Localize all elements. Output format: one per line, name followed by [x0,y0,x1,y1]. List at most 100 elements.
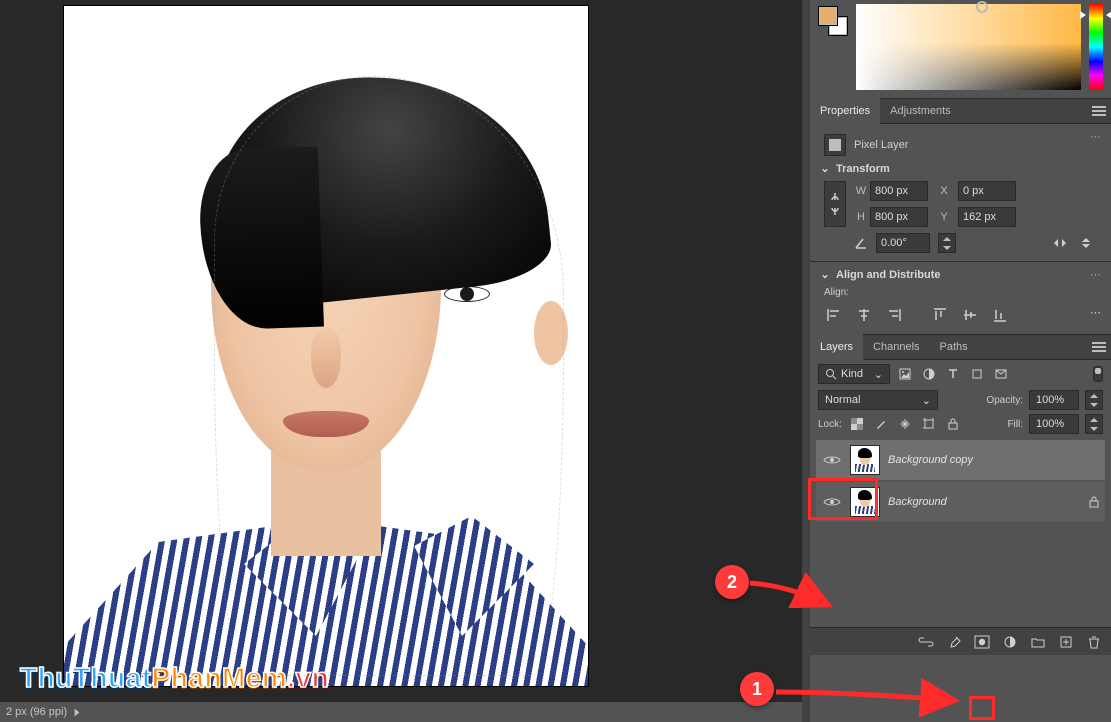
tab-properties[interactable]: Properties [810,98,880,124]
transform-title: Transform [836,163,890,175]
align-title: Align and Distribute [836,269,941,281]
layers-panel-menu[interactable] [1087,334,1111,360]
blend-mode-dropdown[interactable]: Normal ⌄ [818,390,938,410]
filter-kind-dropdown[interactable]: Kind ⌄ [818,364,890,384]
foreground-swatch[interactable] [818,6,838,26]
layer-item[interactable]: Background [816,482,1105,522]
adjustment-layer-icon[interactable] [1001,633,1019,651]
y-input[interactable] [958,207,1016,227]
filter-toggle[interactable] [1093,366,1103,382]
link-wh-toggle[interactable] [824,181,846,227]
align-vcenter-icon[interactable] [960,306,980,324]
fill-value: 100% [1036,418,1064,430]
align-hcenter-icon[interactable] [854,306,874,324]
properties-header: Properties Adjustments [810,98,1111,124]
layer-item[interactable]: Background copy [816,440,1105,480]
fill-stepper[interactable] [1085,414,1103,434]
angle-icon [854,236,868,250]
layer-list: Background copy Background [810,436,1111,526]
layers-panel: Kind ⌄ Normal ⌄ Opacity: 100% Lock: [810,360,1111,655]
lock-pixels-icon[interactable] [872,415,890,433]
color-picker-panel [810,0,1111,98]
rotation-stepper[interactable] [938,233,956,253]
fill-input[interactable]: 100% [1029,414,1079,434]
add-mask-button[interactable] [973,633,991,651]
filter-type-icon[interactable] [944,365,962,383]
search-icon [825,368,837,380]
filter-smart-icon[interactable] [992,365,1010,383]
flip-vertical-icon[interactable] [1077,234,1095,252]
tab-layers[interactable]: Layers [810,334,863,360]
lock-position-icon[interactable] [896,415,914,433]
visibility-toggle[interactable] [822,492,842,512]
align-top-icon[interactable] [930,306,950,324]
tab-adjustments[interactable]: Adjustments [880,98,961,124]
w-label: W [852,185,870,197]
pixel-layer-label: Pixel Layer [854,139,908,151]
watermark-part-b: PhanMem [152,662,288,693]
lock-artboard-icon[interactable] [920,415,938,433]
status-bar: 2 px (96 ppi) [0,702,810,722]
spectrum-marker[interactable] [976,1,988,13]
visibility-toggle[interactable] [822,450,842,470]
align-more-icon[interactable]: ⋯ [1090,306,1101,324]
swatch-pair[interactable] [818,6,848,36]
right-dock: Properties Adjustments Pixel Layer ⌄ Tra… [810,0,1111,722]
lock-icon [1089,496,1099,508]
lock-label: Lock: [818,419,842,430]
delete-layer-icon[interactable] [1085,633,1103,651]
lock-all-icon[interactable] [944,415,962,433]
flip-horizontal-icon[interactable] [1051,234,1069,252]
group-icon[interactable] [1029,633,1047,651]
annotation-highlight-1 [969,696,995,720]
x-input[interactable] [958,181,1016,201]
tab-paths[interactable]: Paths [930,334,978,360]
document-canvas[interactable] [64,6,588,686]
layer-filter-row: Kind ⌄ [810,360,1111,388]
eye-icon [823,496,841,508]
watermark-part-c: .vn [287,662,329,693]
hue-slider[interactable] [1089,4,1103,90]
properties-body: Pixel Layer ⌄ Transform ⋯ W X H Y [810,124,1111,261]
caret-down-icon: ⌄ [874,368,883,381]
collapse-dots-icon[interactable]: ⋯ [1090,268,1103,281]
dock-resize-handle[interactable] [802,0,810,722]
fill-label: Fill: [1007,419,1023,430]
align-section-header[interactable]: ⌄ Align and Distribute [820,268,1101,281]
status-text: 2 px (96 ppi) [6,706,67,718]
caret-down-icon: ⌄ [922,394,931,407]
align-right-icon[interactable] [884,306,904,324]
watermark: ThuThuatPhanMem.vn [20,662,329,694]
properties-panel-menu[interactable] [1087,98,1111,124]
h-label: H [852,211,870,223]
opacity-stepper[interactable] [1085,390,1103,410]
lock-transparent-icon[interactable] [848,415,866,433]
opacity-value: 100% [1036,394,1064,406]
tab-channels[interactable]: Channels [863,334,929,360]
rotation-input[interactable] [876,233,930,253]
filter-adjust-icon[interactable] [920,365,938,383]
collapse-dots-icon[interactable]: ⋯ [1090,130,1103,143]
layer-name[interactable]: Background copy [888,454,973,466]
filter-pixel-icon[interactable] [896,365,914,383]
opacity-input[interactable]: 100% [1029,390,1079,410]
layer-name[interactable]: Background [888,496,947,508]
width-input[interactable] [870,181,928,201]
layer-thumbnail[interactable] [850,445,880,475]
watermark-part-a: ThuThuat [20,662,152,693]
layers-footer [810,627,1111,655]
align-sublabel: Align: [824,287,1101,298]
height-input[interactable] [870,207,928,227]
transform-section-header[interactable]: ⌄ Transform [820,162,1101,175]
annotation-badge-1: 1 [740,672,774,706]
layer-thumbnail[interactable] [850,487,880,517]
layer-style-icon[interactable] [945,633,963,651]
align-left-icon[interactable] [824,306,844,324]
new-layer-icon[interactable] [1057,633,1075,651]
align-section: ⌄ Align and Distribute Align: ⋯ ⋯ [810,262,1111,334]
canvas-area[interactable]: ThuThuatPhanMem.vn 2 px (96 ppi) [0,0,810,722]
align-bottom-icon[interactable] [990,306,1010,324]
filter-shape-icon[interactable] [968,365,986,383]
color-spectrum[interactable] [856,4,1081,90]
link-layers-icon[interactable] [917,633,935,651]
